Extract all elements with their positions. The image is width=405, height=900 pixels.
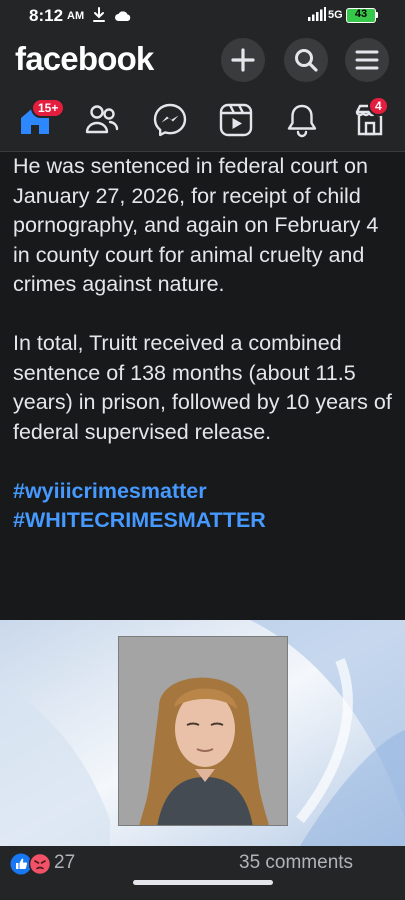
mugshot-image xyxy=(118,636,288,826)
hashtag-link[interactable]: #wyiiicrimesmatter xyxy=(13,477,393,507)
status-bar: 8:12 AM 5G 43 xyxy=(0,0,405,30)
signal-icon xyxy=(308,7,326,26)
hashtag-link[interactable]: #WHITECRIMESMATTER xyxy=(13,506,393,536)
tab-reels[interactable] xyxy=(218,102,254,138)
post-paragraph: In total, Truitt received a combined sen… xyxy=(13,331,392,444)
status-ampm: AM xyxy=(67,10,85,22)
post-paragraph: He was sentenced in federal court on Jan… xyxy=(13,154,379,296)
reactions-bar: 27 35 comments xyxy=(0,846,405,900)
search-icon xyxy=(295,49,318,72)
home-badge: 15+ xyxy=(31,98,66,118)
tab-friends[interactable] xyxy=(84,102,120,138)
app-header: facebook xyxy=(0,30,405,90)
download-icon xyxy=(93,7,105,22)
home-indicator[interactable] xyxy=(133,880,273,885)
cloud-icon xyxy=(115,11,131,21)
battery-tip xyxy=(376,12,378,18)
status-time: 8:12 xyxy=(29,6,64,25)
messenger-icon xyxy=(153,103,187,137)
search-button[interactable] xyxy=(284,38,328,82)
plus-icon xyxy=(231,48,255,72)
battery-icon: 43 xyxy=(346,8,376,23)
menu-button[interactable] xyxy=(345,38,389,82)
tab-home[interactable]: 15+ xyxy=(17,98,66,138)
facebook-logo[interactable]: facebook xyxy=(15,40,154,78)
bell-icon xyxy=(287,104,317,138)
post-photo[interactable] xyxy=(0,620,405,846)
person-photo xyxy=(119,637,287,825)
tab-notifications[interactable] xyxy=(284,102,320,138)
network-label: 5G xyxy=(328,9,343,21)
status-notifications xyxy=(92,7,132,28)
comments-count[interactable]: 35 comments xyxy=(239,852,353,874)
reels-icon xyxy=(219,103,253,137)
tab-marketplace[interactable]: 4 xyxy=(352,96,389,138)
menu-icon xyxy=(355,50,379,70)
battery-level: 43 xyxy=(354,8,368,20)
tab-bar: 15+ 4 xyxy=(0,90,405,152)
tab-messenger[interactable] xyxy=(152,102,188,138)
post-body: He was sentenced in federal court on Jan… xyxy=(13,152,393,536)
reaction-count[interactable]: 27 xyxy=(54,852,75,874)
marketplace-badge: 4 xyxy=(368,96,389,116)
friends-icon xyxy=(85,105,119,134)
angry-reaction-icon xyxy=(29,853,51,875)
create-button[interactable] xyxy=(221,38,265,82)
